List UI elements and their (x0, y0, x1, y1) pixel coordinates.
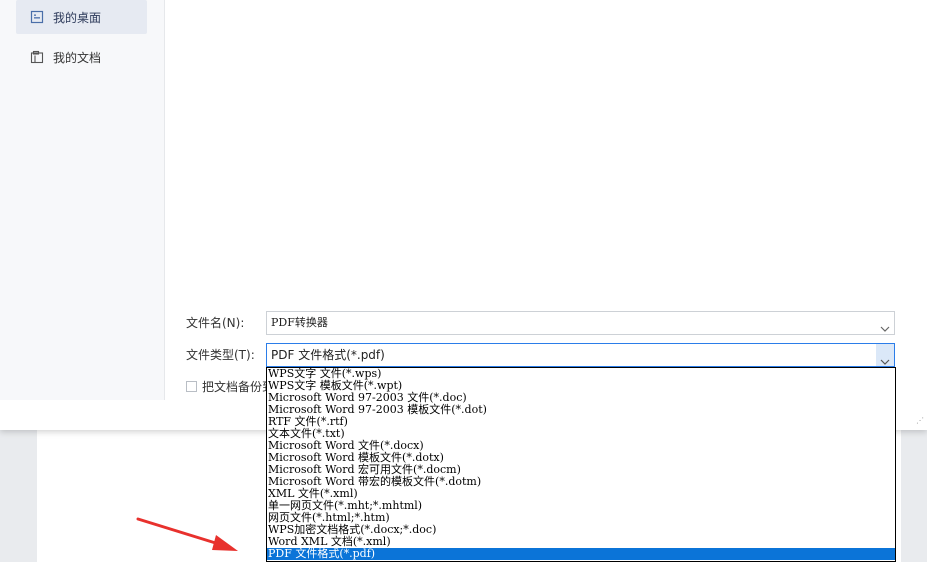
sidebar-item-label: 我的文档 (53, 50, 102, 65)
save-as-dialog: 我的桌面 我的文档 文件名(N): PDF转换器 文件类型(T): PDF 文件… (0, 0, 927, 430)
resize-grip-icon[interactable]: ⋰ (916, 416, 924, 425)
sidebar-item-my-desktop[interactable]: 我的桌面 (16, 0, 147, 34)
sidebar-item-label: 我的桌面 (53, 10, 102, 25)
annotation-arrow-icon (136, 517, 238, 551)
filename-label: 文件名(N): (186, 316, 245, 330)
sidebar-item-my-documents[interactable]: 我的文档 (16, 40, 147, 74)
dropdown-option[interactable]: Microsoft Word 带宏的模板文件(*.dotm) (267, 476, 895, 488)
chevron-down-icon[interactable] (880, 319, 890, 332)
backup-option[interactable]: 把文档备份到 (186, 378, 274, 394)
dialog-sidebar: 我的桌面 我的文档 (0, 0, 165, 400)
filetype-label: 文件类型(T): (186, 348, 255, 362)
backup-checkbox-label: 把文档备份到 (202, 379, 275, 394)
filetype-value: PDF 文件格式(*.pdf) (271, 348, 385, 362)
desktop-icon (30, 10, 44, 24)
screen: 我的桌面 我的文档 文件名(N): PDF转换器 文件类型(T): PDF 文件… (0, 0, 927, 562)
filename-value: PDF转换器 (271, 316, 328, 329)
dropdown-option[interactable]: Microsoft Word 97-2003 模板文件(*.dot) (267, 404, 895, 416)
filetype-select[interactable]: PDF 文件格式(*.pdf) (266, 343, 895, 367)
backup-checkbox[interactable] (186, 380, 197, 392)
folder-icon (30, 50, 44, 64)
dropdown-option[interactable]: RTF 文件(*.rtf) (267, 416, 895, 428)
filetype-dropdown-list[interactable]: WPS文字 文件(*.wps) WPS文字 模板文件(*.wpt) Micros… (266, 367, 896, 562)
filename-input[interactable]: PDF转换器 (266, 311, 895, 335)
dropdown-option-selected[interactable]: PDF 文件格式(*.pdf) (267, 548, 895, 560)
chevron-down-icon[interactable] (880, 351, 890, 365)
